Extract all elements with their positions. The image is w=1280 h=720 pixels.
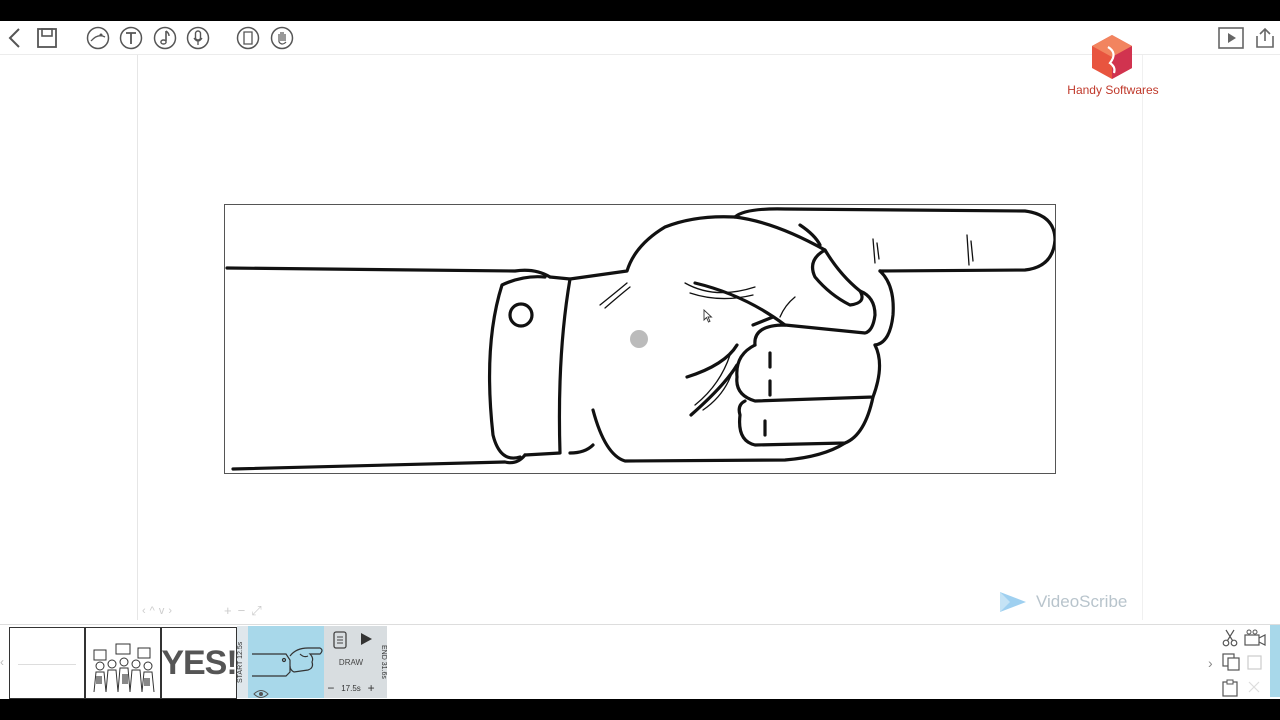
- clipboard-icon[interactable]: [1222, 679, 1238, 702]
- canvas-nav-controls: ‹ ^ v ›: [142, 605, 172, 617]
- camera-icon[interactable]: [1244, 629, 1266, 652]
- watermark-text: VideoScribe: [1036, 592, 1128, 611]
- background-icon[interactable]: [235, 25, 261, 51]
- paste-icon[interactable]: [1246, 653, 1264, 676]
- selected-thumb[interactable]: [248, 626, 324, 698]
- timeline-scroll-left-icon[interactable]: ‹: [0, 655, 4, 669]
- videoscribe-logo-icon: [1000, 592, 1026, 612]
- crowd-illustration: [93, 643, 155, 693]
- save-icon[interactable]: [34, 25, 60, 51]
- end-time-label: END 31.6s: [378, 626, 387, 698]
- fit-screen-icon[interactable]: ⤢: [251, 603, 261, 619]
- microphone-icon[interactable]: [185, 25, 211, 51]
- timeline: ‹ YES! START 12.5s DRAW − 17.5s + END 31…: [0, 624, 1280, 699]
- timeline-scrollbar[interactable]: [1270, 625, 1280, 697]
- visibility-eye-icon[interactable]: [253, 686, 269, 704]
- nav-up-icon[interactable]: ^: [150, 605, 155, 617]
- image-icon[interactable]: [85, 25, 111, 51]
- hand-icon[interactable]: [269, 25, 295, 51]
- canvas-zoom-controls: + − ⤢: [224, 603, 262, 619]
- videoscribe-app: Handy Softwares ‹ ^ v › + − ⤢ VideoScrib…: [0, 21, 1280, 699]
- duration-increase-button[interactable]: +: [368, 681, 375, 695]
- music-icon[interactable]: [152, 25, 178, 51]
- nav-left-icon[interactable]: ‹: [142, 605, 146, 617]
- timeline-thumb-blank[interactable]: [9, 627, 85, 699]
- play-preview-icon[interactable]: [1218, 25, 1244, 51]
- nav-down-icon[interactable]: v: [159, 605, 165, 617]
- right-panel: [1142, 55, 1280, 620]
- nav-right-icon[interactable]: ›: [168, 605, 172, 617]
- brand-name: Handy Softwares: [1067, 83, 1159, 97]
- zoom-in-icon[interactable]: +: [224, 603, 232, 619]
- touch-indicator: [630, 330, 648, 348]
- duration-value: 17.5s: [341, 683, 361, 693]
- duration-stepper: − 17.5s +: [324, 681, 378, 695]
- play-element-icon[interactable]: [359, 632, 373, 651]
- yes-text: YES!: [161, 643, 237, 682]
- mouse-pointer-icon: [703, 308, 713, 328]
- start-time-label: START 12.5s: [237, 626, 248, 698]
- videoscribe-watermark: VideoScribe: [996, 589, 1127, 615]
- element-properties-panel: DRAW − 17.5s +: [324, 626, 378, 698]
- timeline-scroll-right-icon[interactable]: ›: [1208, 655, 1213, 671]
- copy-icon[interactable]: [1222, 653, 1240, 676]
- text-icon[interactable]: [118, 25, 144, 51]
- handy-softwares-logo: [1088, 33, 1136, 81]
- duration-decrease-button[interactable]: −: [327, 681, 334, 695]
- scissors-icon[interactable]: [1222, 629, 1238, 652]
- timeline-tools: ›: [1206, 627, 1280, 699]
- timeline-thumb-crowd[interactable]: [85, 627, 161, 699]
- properties-icon[interactable]: [333, 631, 347, 654]
- share-icon[interactable]: [1252, 25, 1278, 51]
- delete-icon[interactable]: [1246, 679, 1262, 700]
- selected-timeline-element[interactable]: START 12.5s DRAW − 17.5s + END 31.6s: [237, 626, 387, 698]
- animation-mode-label[interactable]: DRAW: [324, 658, 378, 667]
- timeline-thumb-yes[interactable]: YES!: [161, 627, 237, 699]
- zoom-out-icon[interactable]: −: [238, 603, 246, 619]
- back-icon[interactable]: [2, 25, 28, 51]
